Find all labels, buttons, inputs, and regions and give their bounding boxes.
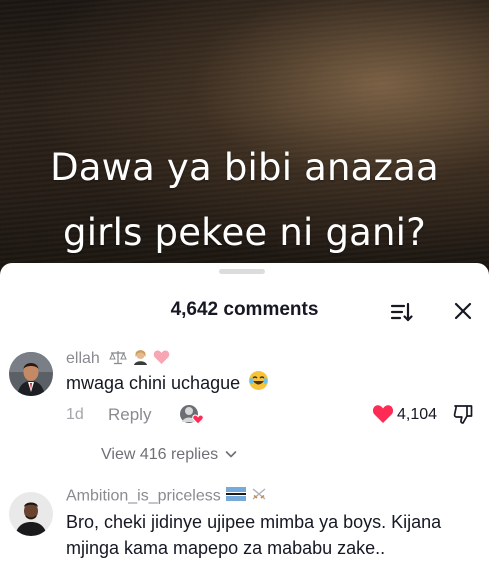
botswana-flag-emoji bbox=[226, 487, 247, 506]
comment-text: Bro, cheki jidinye ujipee mimba ya boys.… bbox=[66, 512, 442, 558]
tears-of-joy-emoji bbox=[248, 370, 269, 398]
crossed-swords-emoji bbox=[251, 487, 267, 506]
avatar[interactable] bbox=[9, 352, 53, 396]
comments-sheet: 4,642 comments ellah mwaga chini uchague… bbox=[0, 263, 489, 562]
reply-button[interactable]: Reply bbox=[108, 405, 151, 425]
comments-header: 4,642 comments bbox=[0, 291, 489, 331]
comment-count: 4,642 comments bbox=[170, 299, 319, 320]
video-player[interactable]: Dawa ya bibi anazaa girls pekee ni gani? bbox=[0, 0, 489, 280]
sheet-drag-handle[interactable] bbox=[219, 269, 265, 274]
video-caption-line-1: Dawa ya bibi anazaa bbox=[50, 146, 439, 189]
thumbs-down-icon[interactable] bbox=[452, 403, 474, 425]
avatar-image bbox=[9, 492, 53, 536]
view-replies-button[interactable]: View 416 replies bbox=[101, 446, 237, 464]
comment-date: 1d bbox=[66, 406, 84, 423]
view-replies-label: View 416 replies bbox=[101, 446, 219, 464]
chevron-down-icon bbox=[225, 446, 237, 464]
filled-heart-icon[interactable] bbox=[372, 404, 394, 424]
scales-emoji bbox=[109, 349, 128, 370]
avatar[interactable] bbox=[9, 492, 53, 536]
pink-heart-emoji bbox=[153, 349, 170, 370]
like-count: 4,104 bbox=[397, 406, 438, 423]
comment-username[interactable]: ellah bbox=[66, 348, 170, 370]
comment-username[interactable]: Ambition_is_priceless bbox=[66, 487, 267, 506]
avatar-image bbox=[9, 352, 53, 396]
comment-body: mwaga chini uchague bbox=[66, 370, 269, 398]
username-text: Ambition_is_priceless bbox=[66, 487, 221, 505]
close-icon[interactable] bbox=[451, 299, 475, 323]
video-caption-line-2: girls pekee ni gani? bbox=[63, 211, 426, 254]
creator-heart-avatar-icon bbox=[179, 403, 205, 425]
sort-icon[interactable] bbox=[388, 299, 414, 325]
username-text: ellah bbox=[66, 350, 100, 368]
comment-text: mwaga chini uchague bbox=[66, 373, 241, 393]
woman-judge-emoji bbox=[132, 348, 149, 370]
